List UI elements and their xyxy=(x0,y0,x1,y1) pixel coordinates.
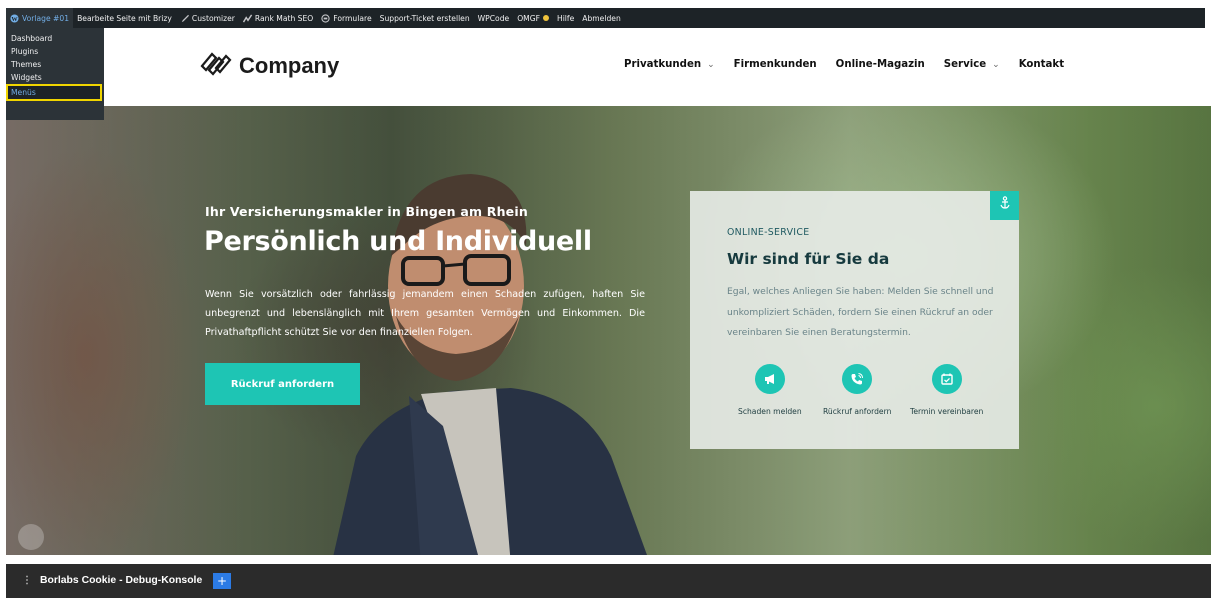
admin-bar-wpcode[interactable]: WPCode xyxy=(474,8,514,28)
nav-label: Firmenkunden xyxy=(733,59,817,70)
site-header: Company Privatkunden ⌄ Firmenkunden Onli… xyxy=(0,28,1211,106)
service-action-termin[interactable]: Termin vereinbaren xyxy=(910,364,983,416)
anchor-icon xyxy=(999,196,1011,215)
admin-bar-dropdown: Dashboard Plugins Themes Widgets Menüs xyxy=(6,28,104,120)
admin-bar-label: WPCode xyxy=(477,13,510,23)
nav-item-online-magazin[interactable]: Online-Magazin xyxy=(836,59,925,70)
wordpress-icon: W xyxy=(10,13,19,23)
svg-text:W: W xyxy=(11,15,18,22)
main-navigation: Privatkunden ⌄ Firmenkunden Online-Magaz… xyxy=(624,59,1083,70)
nav-item-kontakt[interactable]: Kontakt xyxy=(1019,59,1064,70)
admin-bar-brizy-edit[interactable]: Bearbeite Seite mit Brizy xyxy=(73,8,176,28)
status-dot-icon xyxy=(542,15,549,21)
chevron-down-icon: ⌄ xyxy=(707,59,715,70)
dropdown-item-plugins[interactable]: Plugins xyxy=(6,45,104,58)
dropdown-item-themes[interactable]: Themes xyxy=(6,58,104,71)
dropdown-item-menus[interactable]: Menüs xyxy=(6,84,102,101)
drag-handle-icon[interactable]: ⋮ xyxy=(22,575,32,586)
dropdown-item-dashboard[interactable]: Dashboard xyxy=(6,32,104,45)
hero-title: Persönlich und Individuell xyxy=(204,226,592,257)
nav-item-privatkunden[interactable]: Privatkunden ⌄ xyxy=(624,59,715,70)
phone-icon xyxy=(842,364,873,394)
nav-item-firmenkunden[interactable]: Firmenkunden xyxy=(734,59,817,70)
debug-expand-button[interactable]: + xyxy=(213,573,231,589)
card-corner-badge xyxy=(990,191,1019,220)
wp-admin-bar: W Vorlage #01 Bearbeite Seite mit Brizy … xyxy=(6,8,1205,28)
chevron-down-icon: ⌄ xyxy=(992,59,1000,70)
service-card-kicker: ONLINE-SERVICE xyxy=(727,227,810,238)
admin-bar-label: Abmelden xyxy=(582,13,621,23)
forms-icon xyxy=(321,13,330,23)
admin-bar-formulare[interactable]: Formulare xyxy=(317,8,375,28)
service-card-title: Wir sind für Sie da xyxy=(727,250,890,268)
cookie-settings-icon[interactable] xyxy=(18,524,44,550)
admin-bar-customizer[interactable]: Customizer xyxy=(176,8,239,28)
admin-bar-label: Customizer xyxy=(191,13,235,23)
admin-bar-label: Formulare xyxy=(333,13,372,23)
admin-bar-label: Rank Math SEO xyxy=(254,13,314,23)
admin-bar-support-ticket[interactable]: Support-Ticket erstellen xyxy=(376,8,474,28)
service-action-rueckruf[interactable]: Rückruf anfordern xyxy=(823,364,891,416)
brush-icon xyxy=(180,14,189,23)
rank-math-icon xyxy=(242,14,253,23)
company-logo-icon xyxy=(199,50,233,81)
admin-bar-label: Bearbeite Seite mit Brizy xyxy=(77,13,172,23)
hero-text: Wenn Sie vorsätzlich oder fahrlässig jem… xyxy=(205,289,645,338)
dropdown-item-widgets[interactable]: Widgets xyxy=(6,71,104,84)
callback-request-button[interactable]: Rückruf anfordern xyxy=(205,363,360,405)
service-action-schaden-melden[interactable]: Schaden melden xyxy=(738,364,802,416)
admin-bar-label: Vorlage #01 xyxy=(22,13,70,23)
nav-label: Kontakt xyxy=(1018,59,1065,70)
service-action-label: Termin vereinbaren xyxy=(910,407,984,416)
hero-subtitle: Ihr Versicherungsmakler in Bingen am Rhe… xyxy=(205,204,528,219)
debug-console-label: Borlabs Cookie - Debug-Konsole xyxy=(40,575,203,586)
site-logo[interactable]: Company xyxy=(199,50,339,81)
admin-bar-abmelden[interactable]: Abmelden xyxy=(578,8,625,28)
borlabs-debug-console: ⋮ Borlabs Cookie - Debug-Konsole + xyxy=(6,564,1211,598)
logo-text: Company xyxy=(239,52,340,78)
service-action-label: Schaden melden xyxy=(738,407,802,416)
admin-bar-omgf[interactable]: OMGF xyxy=(513,8,553,28)
admin-bar-hilfe[interactable]: Hilfe xyxy=(553,8,578,28)
admin-bar-label: Support-Ticket erstellen xyxy=(379,13,470,23)
service-action-label: Rückruf anfordern xyxy=(823,407,892,416)
admin-bar-label: Hilfe xyxy=(556,13,575,23)
nav-item-service[interactable]: Service ⌄ xyxy=(944,59,1000,70)
browser-page: W Vorlage #01 Bearbeite Seite mit Brizy … xyxy=(0,0,1211,598)
debug-console-title[interactable]: ⋮ Borlabs Cookie - Debug-Konsole xyxy=(22,575,202,586)
admin-bar-rank-math[interactable]: Rank Math SEO xyxy=(239,8,317,28)
nav-label: Online-Magazin xyxy=(835,59,925,70)
admin-bar-label: OMGF xyxy=(517,13,540,23)
megaphone-icon xyxy=(754,364,785,394)
admin-bar-site-name[interactable]: W Vorlage #01 xyxy=(6,8,74,28)
service-card-text: Egal, welches Anliegen Sie haben: Melden… xyxy=(727,286,994,338)
nav-label: Privatkunden xyxy=(624,59,702,70)
calendar-icon xyxy=(931,364,962,394)
nav-label: Service xyxy=(943,59,987,70)
